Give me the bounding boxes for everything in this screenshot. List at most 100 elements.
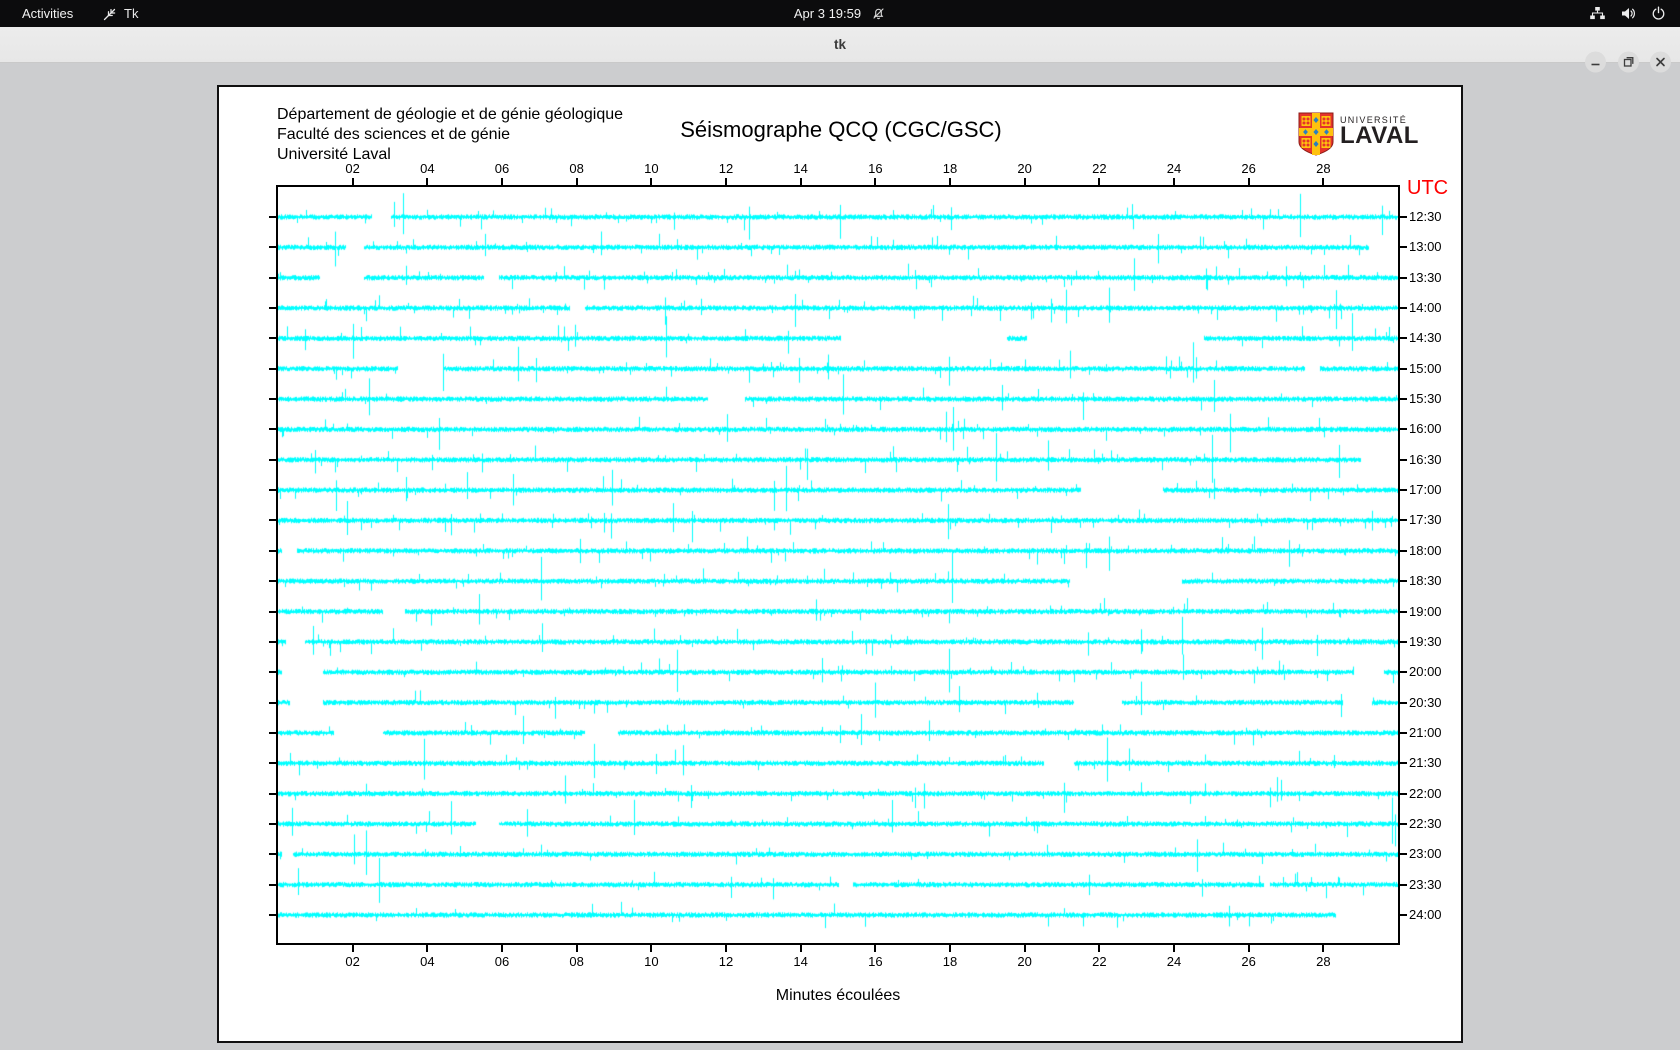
x-tick-top	[1173, 178, 1175, 185]
trace-tick-left	[269, 307, 276, 309]
trace-time-label: 23:30	[1409, 877, 1451, 892]
x-tick-top	[874, 178, 876, 185]
laval-shield-icon	[1298, 112, 1334, 156]
x-tick-label-bottom: 18	[935, 954, 965, 969]
tk-app-indicator[interactable]: Tk	[102, 0, 138, 27]
x-tick-label-bottom: 26	[1234, 954, 1264, 969]
trace-tick-right	[1400, 641, 1407, 643]
x-tick-label-top: 10	[636, 161, 666, 176]
trace-time-label: 20:00	[1409, 664, 1451, 679]
x-tick-label-top: 12	[711, 161, 741, 176]
trace-tick-left	[269, 246, 276, 248]
trace-time-label: 15:30	[1409, 391, 1451, 406]
x-tick-label-top: 08	[562, 161, 592, 176]
trace-time-label: 13:30	[1409, 270, 1451, 285]
trace-tick-left	[269, 277, 276, 279]
network-wired-icon	[1589, 6, 1606, 21]
x-tick-label-top: 22	[1084, 161, 1114, 176]
close-icon	[1655, 57, 1666, 68]
x-tick-label-bottom: 06	[487, 954, 517, 969]
trace-tick-left	[269, 580, 276, 582]
trace-time-label: 18:00	[1409, 543, 1451, 558]
trace-tick-left	[269, 914, 276, 916]
x-tick-label-top: 18	[935, 161, 965, 176]
trace-tick-right	[1400, 489, 1407, 491]
trace-tick-left	[269, 641, 276, 643]
utc-axis-label: UTC	[1407, 178, 1448, 198]
x-tick-label-bottom: 14	[786, 954, 816, 969]
seismograph-panel: Département de géologie et de génie géol…	[217, 85, 1463, 1043]
trace-time-label: 15:00	[1409, 361, 1451, 376]
maximize-icon	[1623, 57, 1634, 68]
maximize-button[interactable]	[1618, 52, 1639, 73]
x-tick-top	[800, 178, 802, 185]
trace-tick-right	[1400, 277, 1407, 279]
x-tick-label-top: 24	[1159, 161, 1189, 176]
x-tick-bottom	[576, 945, 578, 952]
institution-line-2: Faculté des sciences et de génie	[277, 125, 623, 145]
trace-tick-right	[1400, 914, 1407, 916]
top-bar: Activities Tk Apr 3 19:59	[0, 0, 1680, 27]
close-button[interactable]	[1650, 52, 1671, 73]
trace-time-label: 20:30	[1409, 695, 1451, 710]
x-tick-bottom	[1173, 945, 1175, 952]
institution-line-1: Département de géologie et de génie géol…	[277, 105, 623, 125]
trace-tick-left	[269, 702, 276, 704]
x-tick-top	[949, 178, 951, 185]
trace-time-label: 13:00	[1409, 239, 1451, 254]
x-tick-top	[501, 178, 503, 185]
trace-tick-right	[1400, 216, 1407, 218]
x-tick-bottom	[352, 945, 354, 952]
trace-tick-right	[1400, 884, 1407, 886]
trace-time-label: 22:30	[1409, 816, 1451, 831]
x-tick-top	[1024, 178, 1026, 185]
trace-tick-right	[1400, 428, 1407, 430]
trace-tick-left	[269, 459, 276, 461]
trace-time-label: 14:00	[1409, 300, 1451, 315]
x-tick-bottom	[501, 945, 503, 952]
x-tick-bottom	[1248, 945, 1250, 952]
trace-tick-right	[1400, 793, 1407, 795]
tk-app-label: Tk	[124, 6, 138, 21]
x-tick-top	[576, 178, 578, 185]
x-tick-label-bottom: 10	[636, 954, 666, 969]
volume-icon	[1620, 6, 1637, 21]
trace-tick-right	[1400, 519, 1407, 521]
x-tick-label-top: 26	[1234, 161, 1264, 176]
x-tick-top	[426, 178, 428, 185]
trace-tick-left	[269, 732, 276, 734]
x-tick-label-top: 04	[412, 161, 442, 176]
trace-tick-left	[269, 519, 276, 521]
clock-button[interactable]: Apr 3 19:59	[794, 6, 861, 21]
x-tick-bottom	[800, 945, 802, 952]
trace-time-label: 17:30	[1409, 512, 1451, 527]
x-tick-bottom	[1024, 945, 1026, 952]
x-tick-label-bottom: 08	[562, 954, 592, 969]
trace-time-label: 12:30	[1409, 209, 1451, 224]
plot-title: Séismographe QCQ (CGC/GSC)	[621, 117, 1061, 143]
minimize-button[interactable]	[1585, 52, 1606, 73]
x-tick-bottom	[949, 945, 951, 952]
trace-time-label: 23:00	[1409, 846, 1451, 861]
trace-tick-left	[269, 550, 276, 552]
trace-tick-left	[269, 823, 276, 825]
minimize-icon	[1590, 57, 1601, 68]
trace-tick-right	[1400, 337, 1407, 339]
institution-block: Département de géologie et de génie géol…	[277, 105, 623, 165]
system-tray[interactable]	[1589, 0, 1666, 27]
trace-tick-left	[269, 611, 276, 613]
trace-tick-left	[269, 853, 276, 855]
trace-time-label: 21:30	[1409, 755, 1451, 770]
trace-tick-left	[269, 216, 276, 218]
trace-tick-left	[269, 368, 276, 370]
x-tick-label-top: 14	[786, 161, 816, 176]
trace-time-label: 16:30	[1409, 452, 1451, 467]
trace-time-label: 21:00	[1409, 725, 1451, 740]
trace-tick-right	[1400, 550, 1407, 552]
trace-time-label: 22:00	[1409, 786, 1451, 801]
activities-button[interactable]: Activities	[18, 0, 77, 27]
x-tick-label-bottom: 16	[860, 954, 890, 969]
trace-time-label: 16:00	[1409, 421, 1451, 436]
trace-tick-right	[1400, 823, 1407, 825]
x-tick-top	[1248, 178, 1250, 185]
